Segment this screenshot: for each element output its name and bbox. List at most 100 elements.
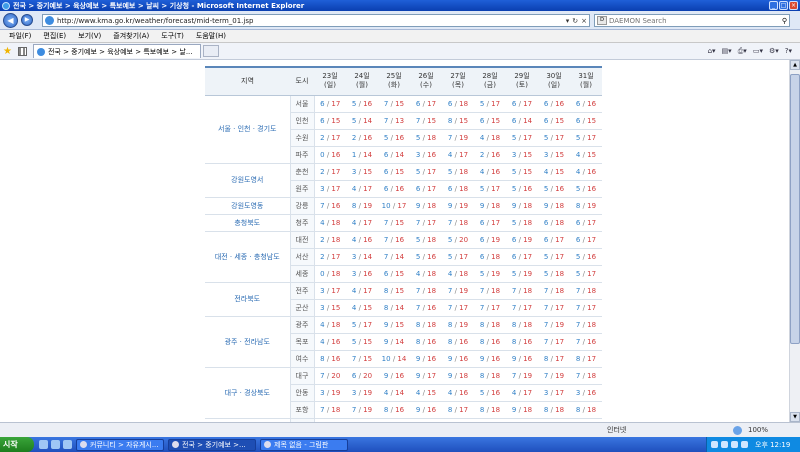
desktop-icon[interactable] <box>39 440 48 449</box>
start-label: 시작 <box>3 440 18 449</box>
help-menu-icon[interactable]: ?▾ <box>785 47 792 56</box>
temp-cell: 6 / 17 <box>538 231 570 249</box>
temp-cell: 8 / 18 <box>570 401 602 419</box>
max-temp: 20 <box>363 371 373 380</box>
day-date: 26일 <box>418 72 434 81</box>
max-temp: 19 <box>523 235 533 244</box>
new-tab-button[interactable] <box>202 45 219 57</box>
dropdown-icon[interactable]: ▾ <box>566 17 570 25</box>
table-body: 서울 · 인천 · 경기도 서울 6 / 17 5 / 16 7 / 15 6 / 17 6… <box>205 95 602 422</box>
max-temp: 16 <box>459 354 469 363</box>
city-cell: 인천 <box>290 112 315 130</box>
max-temp: 17 <box>523 388 533 397</box>
temp-cell: 3 / 14 <box>346 248 378 266</box>
max-temp: 17 <box>555 388 565 397</box>
temp-cell: 7 / 19 <box>346 401 378 419</box>
search-provider-icon[interactable]: D <box>597 16 607 25</box>
menu-favorites[interactable]: 즐겨찾기(A) <box>113 31 149 41</box>
page-menu-icon[interactable]: ▭▾ <box>753 47 763 56</box>
max-temp: 15 <box>395 99 405 108</box>
forward-button[interactable]: ▶ <box>21 14 33 26</box>
scroll-down-arrow[interactable]: ▼ <box>790 412 800 422</box>
table-row: 전라북도 전주 3 / 17 4 / 17 8 / 15 7 / 18 7 / 19 7 / … <box>205 282 602 317</box>
max-temp: 18 <box>459 99 469 108</box>
max-temp: 18 <box>491 405 501 414</box>
max-temp: 18 <box>523 286 533 295</box>
temp-cell: 7 / 18 <box>570 282 602 300</box>
address-bar[interactable]: http://www.kma.go.kr/weather/forecast/mi… <box>42 14 590 27</box>
print-icon[interactable]: ⎙▾ <box>738 47 747 56</box>
table-header-row: 지역 도시 23일 (일) 24일 (월) 25일 (화) 26일 (수) 27일 (목) 28일(… <box>205 66 602 96</box>
network-icon[interactable] <box>741 441 748 448</box>
tab-active[interactable]: 전국 > 중기예보 > 육상예보 > 특보예보 > 날... <box>32 44 201 58</box>
task-button-paint[interactable]: 제목 없음 - 그림판 <box>260 438 348 451</box>
max-temp: 15 <box>523 150 533 159</box>
temp-cell: 4 / 16 <box>314 333 346 351</box>
media-icon[interactable] <box>63 440 72 449</box>
ie-launch-icon[interactable] <box>51 440 60 449</box>
tools-menu-icon[interactable]: ⚙▾ <box>769 47 779 56</box>
quick-tabs-icon[interactable] <box>17 46 27 56</box>
table-row: 충청북도 청주 4 / 18 4 / 17 7 / 15 7 / 17 7 / 18 6 / … <box>205 214 602 232</box>
max-temp: 18 <box>587 371 597 380</box>
temp-cell: 3 / 16 <box>570 384 602 402</box>
temp-cell: 8 / 16 <box>442 333 474 351</box>
table-row: 강원도영서 춘천 2 / 17 3 / 15 6 / 15 5 / 17 5 / 18 4 /… <box>205 163 602 198</box>
min-temp: 10 <box>381 201 391 210</box>
address-tools: ▾ ↻ × <box>566 17 587 25</box>
home-icon[interactable]: ⌂▾ <box>708 47 716 56</box>
vertical-scrollbar[interactable]: ▲ ▼ <box>789 60 800 422</box>
table-row: 대구 · 경상북도 대구 7 / 20 6 / 20 9 / 16 9 / 17 9 / 1… <box>205 367 602 419</box>
task-button-forecast[interactable]: 전국 > 중기예보 >... <box>168 438 256 451</box>
max-temp: 18 <box>491 371 501 380</box>
max-temp: 16 <box>523 337 533 346</box>
temp-cell: 4 / 16 <box>474 163 506 181</box>
max-temp: 18 <box>491 252 501 261</box>
max-temp: 16 <box>587 337 597 346</box>
temp-cell: 10 / 14 <box>378 350 410 368</box>
favorites-star-icon[interactable]: ★ <box>3 46 12 57</box>
temp-cell: 9 / 15 <box>378 316 410 334</box>
temp-cell: 5 / 16 <box>570 180 602 198</box>
stop-icon[interactable]: × <box>581 17 587 25</box>
close-button[interactable]: × <box>789 1 798 10</box>
minimize-button[interactable]: _ <box>769 1 778 10</box>
task-button-community[interactable]: 커뮤니티 > 자유게시... <box>76 438 164 451</box>
temp-cell: 6 / 17 <box>570 214 602 232</box>
refresh-icon[interactable]: ↻ <box>572 17 578 25</box>
maximize-button[interactable]: □ <box>779 1 788 10</box>
menu-edit[interactable]: 편집(E) <box>43 31 66 41</box>
max-temp: 19 <box>555 371 565 380</box>
temp-cell: 9 / 16 <box>378 367 410 385</box>
menu-help[interactable]: 도움말(H) <box>196 31 226 41</box>
feeds-icon[interactable]: ▤▾ <box>722 47 732 56</box>
max-temp: 17 <box>555 252 565 261</box>
scroll-up-arrow[interactable]: ▲ <box>790 60 800 70</box>
search-input[interactable] <box>609 16 769 25</box>
max-temp: 17 <box>523 303 533 312</box>
menu-file[interactable]: 파일(F) <box>9 31 31 41</box>
temp-cell: 5 / 17 <box>346 316 378 334</box>
max-temp: 16 <box>555 99 565 108</box>
back-button[interactable]: ◀ <box>3 12 18 28</box>
tray-icon[interactable] <box>721 441 728 448</box>
url-text[interactable]: http://www.kma.go.kr/weather/forecast/mi… <box>57 17 253 25</box>
temp-cell: 7 / 16 <box>410 299 442 317</box>
taskbar: 시작 커뮤니티 > 자유게시... 전국 > 중기예보 >... 제목 없음 -… <box>0 437 800 452</box>
zoom-level[interactable]: 100% <box>748 426 768 434</box>
tray-icon[interactable] <box>711 441 718 448</box>
menu-tools[interactable]: 도구(T) <box>161 31 184 41</box>
start-button[interactable]: 시작 <box>0 437 34 452</box>
max-temp: 17 <box>331 184 341 193</box>
volume-icon[interactable] <box>731 441 738 448</box>
max-temp: 18 <box>587 286 597 295</box>
temp-cell: 5 / 18 <box>410 129 442 147</box>
temp-cell: 6 / 18 <box>442 95 474 113</box>
scroll-thumb[interactable] <box>790 74 800 344</box>
max-temp: 17 <box>491 99 501 108</box>
temp-cell: 9 / 18 <box>474 197 506 215</box>
temp-cell: 5 / 17 <box>570 129 602 147</box>
temp-cell: 9 / 18 <box>506 401 538 419</box>
menu-view[interactable]: 보기(V) <box>78 31 101 41</box>
search-icon[interactable]: ⚲ <box>782 17 787 25</box>
